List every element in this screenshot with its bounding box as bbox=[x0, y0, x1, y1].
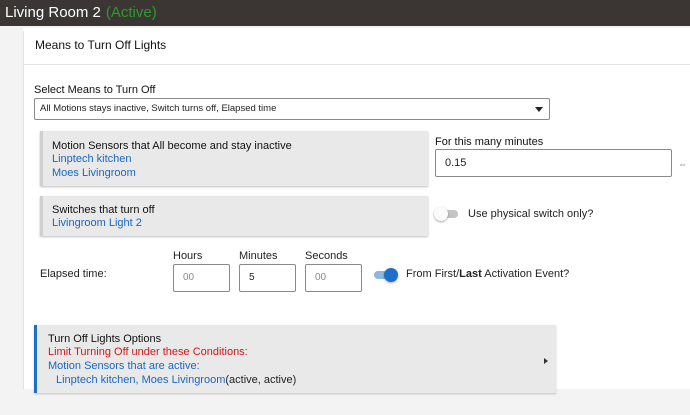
options-sensors-state: (active, active) bbox=[225, 374, 297, 386]
physical-switch-label: Use physical switch only? bbox=[468, 208, 594, 220]
physical-switch-toggle[interactable] bbox=[434, 207, 460, 221]
toggle-knob bbox=[384, 268, 398, 282]
expand-icon[interactable]: ⇔ bbox=[678, 159, 688, 169]
means-select-value: All Motions stays inactive, Switch turns… bbox=[40, 103, 277, 114]
motion-sensor-link[interactable]: Linptech kitchen bbox=[52, 153, 132, 165]
first-last-prefix: From First/ bbox=[406, 268, 460, 280]
turn-off-options-section[interactable]: Turn Off Lights Options Limit Turning Of… bbox=[34, 325, 556, 393]
first-last-suffix: Activation Event? bbox=[481, 268, 570, 280]
window-title-bar: Living Room 2 (Active) bbox=[0, 0, 690, 26]
chevron-down-icon bbox=[535, 107, 543, 112]
motion-sensor-link[interactable]: Moes Livingroom bbox=[52, 167, 136, 179]
motion-sensors-title: Motion Sensors that All become and stay … bbox=[52, 140, 292, 152]
options-sensors-heading: Motion Sensors that are active: bbox=[48, 360, 200, 372]
first-last-bold: Last bbox=[459, 268, 482, 280]
divider bbox=[23, 64, 690, 65]
active-status: (Active) bbox=[105, 4, 157, 21]
options-sensors-list: Linptech kitchen, Moes Livingroom bbox=[56, 374, 226, 386]
switch-link[interactable]: Livingroom Light 2 bbox=[52, 217, 142, 229]
section-title: Means to Turn Off Lights bbox=[35, 38, 167, 52]
minutes-input[interactable]: 0.15 bbox=[435, 149, 672, 177]
options-title: Turn Off Lights Options bbox=[48, 333, 162, 345]
minutes-field-input[interactable]: 5 bbox=[239, 264, 296, 292]
seconds-label: Seconds bbox=[305, 250, 348, 262]
switches-card[interactable]: Switches that turn off Livingroom Light … bbox=[40, 196, 428, 236]
hours-label: Hours bbox=[173, 250, 203, 262]
expand-arrow-icon[interactable] bbox=[544, 358, 548, 364]
seconds-input[interactable]: 00 bbox=[305, 264, 362, 292]
switches-title: Switches that turn off bbox=[52, 204, 155, 216]
minutes-field-label: Minutes bbox=[239, 250, 278, 262]
motion-sensors-card[interactable]: Motion Sensors that All become and stay … bbox=[40, 131, 428, 186]
means-select-label: Select Means to Turn Off bbox=[34, 84, 156, 96]
options-limit-text: Limit Turning Off under these Conditions… bbox=[48, 346, 248, 358]
elapsed-time-label: Elapsed time: bbox=[40, 268, 107, 280]
means-select[interactable]: All Motions stays inactive, Switch turns… bbox=[34, 98, 550, 120]
toggle-knob bbox=[434, 207, 448, 221]
options-sensors: Linptech kitchen, Moes Livingroom(active… bbox=[56, 374, 296, 386]
minutes-label: For this many minutes bbox=[435, 136, 544, 148]
first-last-toggle[interactable] bbox=[372, 268, 398, 282]
first-last-label: From First/Last Activation Event? bbox=[406, 268, 569, 280]
hours-input[interactable]: 00 bbox=[173, 264, 230, 292]
window-title: Living Room 2 bbox=[5, 4, 101, 21]
